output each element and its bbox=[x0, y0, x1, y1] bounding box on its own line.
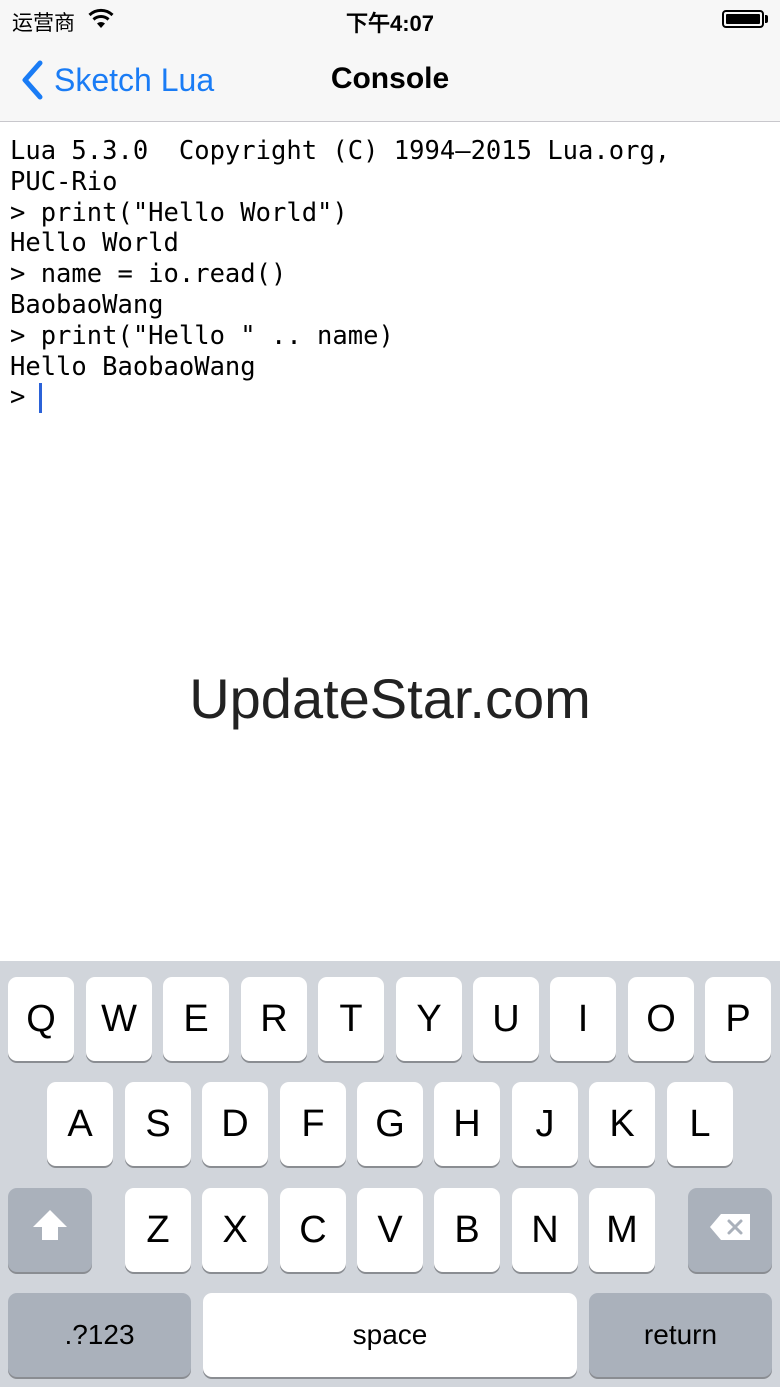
key-l[interactable]: L bbox=[667, 1082, 733, 1166]
text-cursor bbox=[39, 382, 43, 413]
battery-icon bbox=[722, 10, 764, 28]
console-line: > name = io.read() bbox=[10, 259, 287, 290]
console-prompt: > bbox=[10, 382, 26, 413]
return-key[interactable]: return bbox=[589, 1293, 772, 1377]
key-z[interactable]: Z bbox=[125, 1188, 191, 1272]
console-line: PUC-Rio bbox=[10, 166, 118, 197]
key-t[interactable]: T bbox=[318, 977, 384, 1061]
key-e[interactable]: E bbox=[163, 977, 229, 1061]
console-line: Hello BaobaoWang bbox=[10, 351, 256, 382]
battery-tip bbox=[765, 15, 768, 23]
key-b[interactable]: B bbox=[434, 1188, 500, 1272]
key-c[interactable]: C bbox=[280, 1188, 346, 1272]
key-j[interactable]: J bbox=[512, 1082, 578, 1166]
status-bar: 运营商 下午4:07 bbox=[0, 0, 780, 40]
console-input-line[interactable]: > bbox=[10, 382, 770, 413]
console-output[interactable]: Lua 5.3.0 Copyright (C) 1994–2015 Lua.or… bbox=[10, 136, 770, 956]
console-line: > print("Hello " .. name) bbox=[10, 320, 394, 351]
key-n[interactable]: N bbox=[512, 1188, 578, 1272]
key-i[interactable]: I bbox=[550, 977, 616, 1061]
key-s[interactable]: S bbox=[125, 1082, 191, 1166]
numbers-key[interactable]: .?123 bbox=[8, 1293, 191, 1377]
backspace-icon bbox=[708, 1209, 752, 1252]
navigation-bar: Sketch Lua Console bbox=[0, 40, 780, 122]
key-g[interactable]: G bbox=[357, 1082, 423, 1166]
key-a[interactable]: A bbox=[47, 1082, 113, 1166]
key-f[interactable]: F bbox=[280, 1082, 346, 1166]
key-u[interactable]: U bbox=[473, 977, 539, 1061]
key-w[interactable]: W bbox=[86, 977, 152, 1061]
key-m[interactable]: M bbox=[589, 1188, 655, 1272]
shift-key[interactable] bbox=[8, 1188, 92, 1272]
keyboard: Q W E R T Y U I O P A S D F G H J K L Z … bbox=[0, 961, 780, 1387]
key-r[interactable]: R bbox=[241, 977, 307, 1061]
console-line: > print("Hello World") bbox=[10, 197, 348, 228]
page-title: Console bbox=[330, 62, 450, 95]
key-x[interactable]: X bbox=[202, 1188, 268, 1272]
delete-key[interactable] bbox=[688, 1188, 772, 1272]
key-d[interactable]: D bbox=[202, 1082, 268, 1166]
console-line: BaobaoWang bbox=[10, 289, 164, 320]
key-k[interactable]: K bbox=[589, 1082, 655, 1166]
shift-icon bbox=[30, 1207, 70, 1253]
key-y[interactable]: Y bbox=[396, 977, 462, 1061]
key-q[interactable]: Q bbox=[8, 977, 74, 1061]
key-p[interactable]: P bbox=[705, 977, 771, 1061]
console-line: Lua 5.3.0 Copyright (C) 1994–2015 Lua.or… bbox=[10, 136, 671, 166]
status-time: 下午4:07 bbox=[345, 11, 435, 36]
watermark: UpdateStar.com bbox=[189, 667, 591, 730]
key-v[interactable]: V bbox=[357, 1188, 423, 1272]
key-o[interactable]: O bbox=[628, 977, 694, 1061]
space-key[interactable]: space bbox=[203, 1293, 577, 1377]
console-line: Hello World bbox=[10, 228, 179, 259]
key-h[interactable]: H bbox=[434, 1082, 500, 1166]
